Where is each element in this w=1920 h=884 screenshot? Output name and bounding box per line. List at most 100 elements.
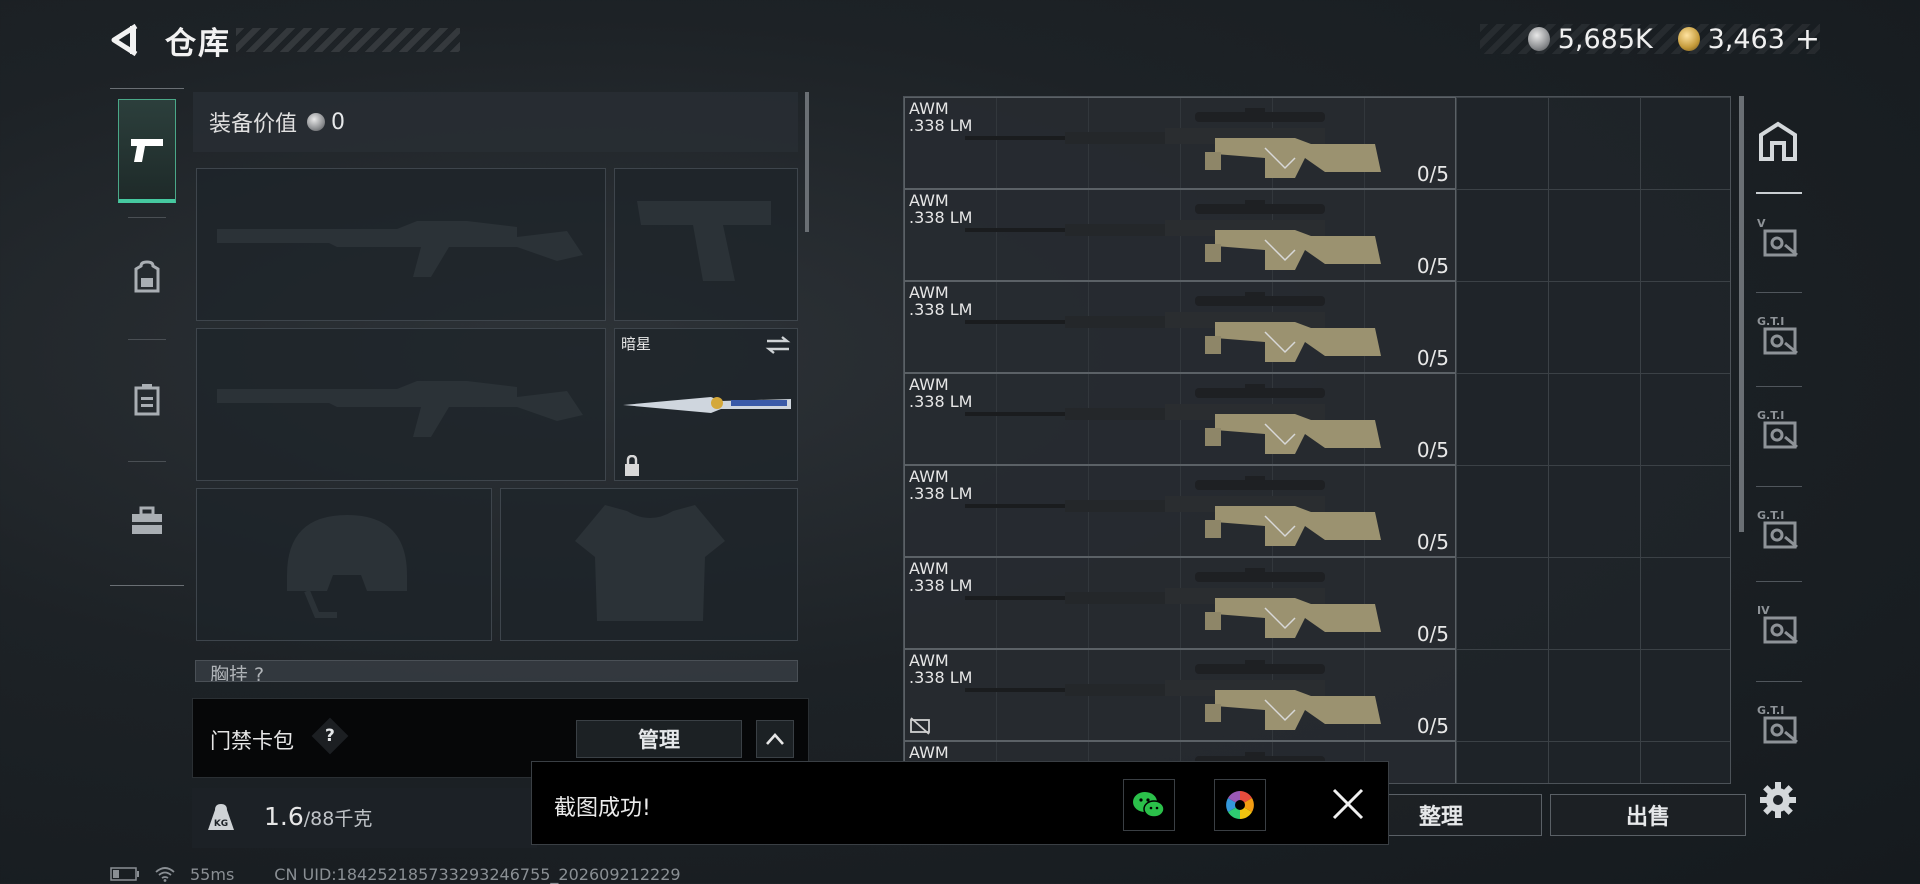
inventory-item[interactable]: AWM .338 LM 0/5 [904, 649, 1456, 741]
svg-text:G.T.I: G.T.I [1757, 409, 1784, 422]
storage-tab-5[interactable]: IV [1750, 581, 1806, 671]
svg-text:G.T.I: G.T.I [1757, 315, 1784, 328]
keycard-expand-button[interactable] [756, 720, 794, 758]
primary-weapon-slot[interactable] [196, 168, 606, 321]
nav-container[interactable] [118, 347, 176, 451]
awm-rifle-icon [965, 568, 1381, 638]
storage-tab-3[interactable]: G.T.I [1750, 386, 1806, 476]
wechat-icon [1133, 792, 1165, 818]
share-wechat-button[interactable] [1123, 779, 1175, 831]
inventory-item[interactable]: AWM .338 LM 0/5 [904, 189, 1456, 281]
container-icon [134, 384, 160, 416]
chest-rig-slot[interactable]: 胸挂 ? [195, 660, 798, 682]
share-album-button[interactable] [1214, 779, 1266, 831]
knife-icon [623, 397, 791, 413]
pistol-icon [131, 138, 163, 162]
ammo-count: 0/5 [1416, 346, 1449, 370]
screenshot-toast: 截图成功! [531, 761, 1389, 845]
armor-slot[interactable] [500, 488, 798, 641]
equipment-value-header: 装备价值 0 [193, 92, 798, 152]
vault-glyph: G.T.I [1757, 704, 1798, 744]
vault-glyph: G.T.I [1757, 509, 1798, 549]
inventory-grid[interactable]: AWM .338 LM 0/5 AWM .338 LM 0/5 AWM .338 LM 0/5 A… [903, 96, 1731, 784]
vault-tier-1-icon: G.T.I [1755, 702, 1801, 750]
ping-value: 55ms [190, 864, 235, 884]
svg-text:G.T.I: G.T.I [1757, 509, 1784, 522]
nav-backpack[interactable] [118, 225, 176, 329]
briefcase-icon [132, 506, 162, 534]
awm-rifle-icon [965, 384, 1381, 454]
lock-icon [625, 455, 639, 476]
nav-toolbox[interactable] [118, 469, 176, 573]
inventory-item[interactable]: AWM .338 LM 0/5 [904, 465, 1456, 557]
keycard-manage-button[interactable]: 管理 [576, 720, 742, 758]
melee-slot[interactable]: 暗星 [614, 328, 798, 481]
weight-indicator: KG 1.6/88千克 [192, 788, 537, 848]
vault-tier-2-icon: G.T.I [1755, 507, 1801, 555]
ammo-count: 0/5 [1416, 162, 1449, 186]
item-name: AWM .338 LM [909, 375, 973, 411]
silver-coin-icon [1527, 27, 1550, 51]
album-icon [1226, 791, 1254, 819]
home-vault-icon [1759, 121, 1797, 161]
item-name: AWM .338 LM [909, 283, 973, 319]
inventory-item[interactable]: AWM .338 LM 0/5 [904, 557, 1456, 649]
help-icon: ? [325, 726, 335, 746]
item-name: AWM .338 LM [909, 191, 973, 227]
settings-gear-icon[interactable] [1758, 780, 1798, 820]
gold-coin-icon [1677, 27, 1700, 51]
inventory-item[interactable]: AWM .338 LM 0/5 [904, 373, 1456, 465]
vest-silhouette-icon [575, 505, 725, 621]
storage-tab-4[interactable]: G.T.I [1750, 486, 1806, 576]
storage-tab-6[interactable]: G.T.I [1750, 681, 1806, 771]
back-arrow-icon[interactable] [108, 22, 144, 58]
nav-divider [128, 217, 166, 218]
vault-tier-3b-icon: G.T.I [1755, 407, 1801, 455]
pistol-silhouette-icon [637, 201, 771, 281]
close-icon[interactable] [1328, 784, 1368, 824]
left-category-nav [110, 88, 184, 586]
wifi-icon [155, 867, 175, 882]
item-name: AWM .338 LM [909, 467, 973, 503]
sell-button[interactable]: 出售 [1550, 794, 1746, 836]
keycard-wallet-label: 门禁卡包 [210, 729, 294, 753]
inventory-item[interactable]: AWM .338 LM 0/5 [904, 97, 1456, 189]
storage-tab-2[interactable]: G.T.I [1750, 292, 1806, 382]
equipment-value-label: 装备价值 [209, 112, 298, 137]
weight-icon: KG [208, 804, 234, 830]
swap-icon[interactable] [765, 335, 791, 355]
svg-text:IV: IV [1757, 604, 1770, 617]
add-currency-button[interactable]: + [1795, 22, 1820, 57]
storage-tab-1[interactable]: V [1750, 194, 1806, 284]
ammo-count: 0/5 [1416, 714, 1449, 738]
primary-weapon-slot-2[interactable] [196, 328, 606, 481]
keycard-help-button[interactable]: ? [311, 717, 349, 755]
equipment-scrollbar[interactable] [805, 92, 809, 232]
weight-value: 1.6/88千克 [264, 802, 372, 831]
equipment-value-group: 0 [307, 110, 345, 135]
vault-glyph: IV [1757, 604, 1798, 644]
item-name: AWM .338 LM [909, 99, 973, 135]
silver-coin-icon [307, 113, 326, 131]
status-bar: 55ms CN UID:1842521857332932467​55_20260… [110, 864, 681, 884]
nav-weapons[interactable] [118, 99, 176, 203]
weight-max: /88千克 [303, 808, 373, 830]
title-decoration [236, 28, 460, 52]
silver-balance: 5,685K [1557, 23, 1653, 55]
secondary-weapon-slot[interactable] [614, 168, 798, 321]
inventory-scrollbar[interactable] [1739, 96, 1744, 532]
rifle-silhouette-icon [217, 221, 583, 277]
nav-divider [128, 461, 166, 462]
inventory-item[interactable]: AWM .338 LM 0/5 [904, 281, 1456, 373]
svg-text:KG: KG [214, 819, 228, 829]
no-trade-icon [910, 717, 930, 735]
gold-balance: 3,463 [1707, 23, 1785, 55]
helmet-slot[interactable] [196, 488, 492, 641]
vault-glyph: V [1757, 217, 1798, 257]
toast-message: 截图成功! [554, 796, 651, 821]
item-name: AWM .338 LM [909, 559, 973, 595]
melee-name: 暗星 [621, 335, 652, 353]
vault-tier-4-icon: IV [1755, 602, 1801, 650]
ammo-count: 0/5 [1416, 438, 1449, 462]
storage-tab-home[interactable] [1750, 96, 1806, 186]
